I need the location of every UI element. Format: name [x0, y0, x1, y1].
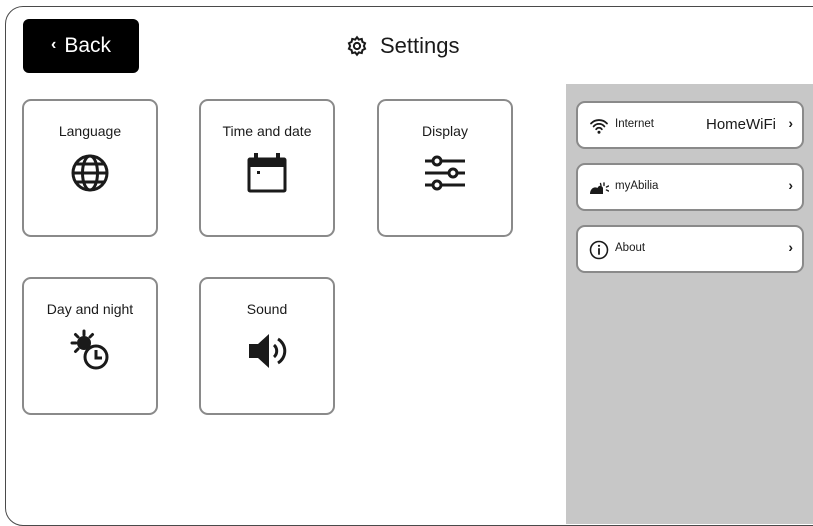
wifi-icon [590, 119, 608, 134]
tile-label: Sound [246, 301, 288, 317]
calendar-icon [247, 153, 287, 193]
side-item-label: Internet [615, 118, 654, 130]
side-item-about[interactable]: About › [576, 225, 804, 273]
tile-display[interactable]: Display [377, 99, 513, 237]
info-icon [589, 240, 609, 260]
tile-label: Display [422, 123, 468, 139]
tile-time-and-date[interactable]: Time and date [199, 99, 335, 237]
tile-language[interactable]: Language [22, 99, 158, 237]
side-item-internet[interactable]: Internet HomeWiFi › [576, 101, 804, 149]
side-item-label: myAbilia [615, 180, 659, 192]
tile-day-and-night[interactable]: Day and night [22, 277, 158, 415]
back-button[interactable]: ‹ Back [23, 19, 139, 73]
speaker-icon [249, 334, 287, 368]
tile-label: Language [58, 123, 122, 139]
sun-clock-icon [70, 329, 109, 370]
tile-label: Time and date [222, 123, 312, 139]
gear-icon [347, 35, 367, 57]
side-item-value: HomeWiFi [706, 116, 776, 133]
page-title: Settings [346, 33, 460, 59]
chevron-left-icon: ‹ [50, 36, 57, 53]
page-title-text: Settings [380, 33, 460, 58]
device-frame: ‹ Back Settings Language Time and date D… [5, 6, 813, 526]
tile-label: Day and night [46, 301, 134, 317]
chevron-right-icon: › [788, 177, 793, 193]
sliders-icon [425, 155, 465, 191]
chevron-right-icon: › [788, 239, 793, 255]
chevron-right-icon: › [788, 115, 793, 131]
tile-sound[interactable]: Sound [199, 277, 335, 415]
globe-icon [71, 154, 109, 192]
myabilia-icon [590, 182, 609, 194]
side-item-label: About [615, 242, 646, 254]
back-button-label: Back [64, 34, 111, 57]
side-item-myabilia[interactable]: myAbilia › [576, 163, 804, 211]
side-panel: Internet HomeWiFi › myAbilia › About › [566, 84, 813, 524]
